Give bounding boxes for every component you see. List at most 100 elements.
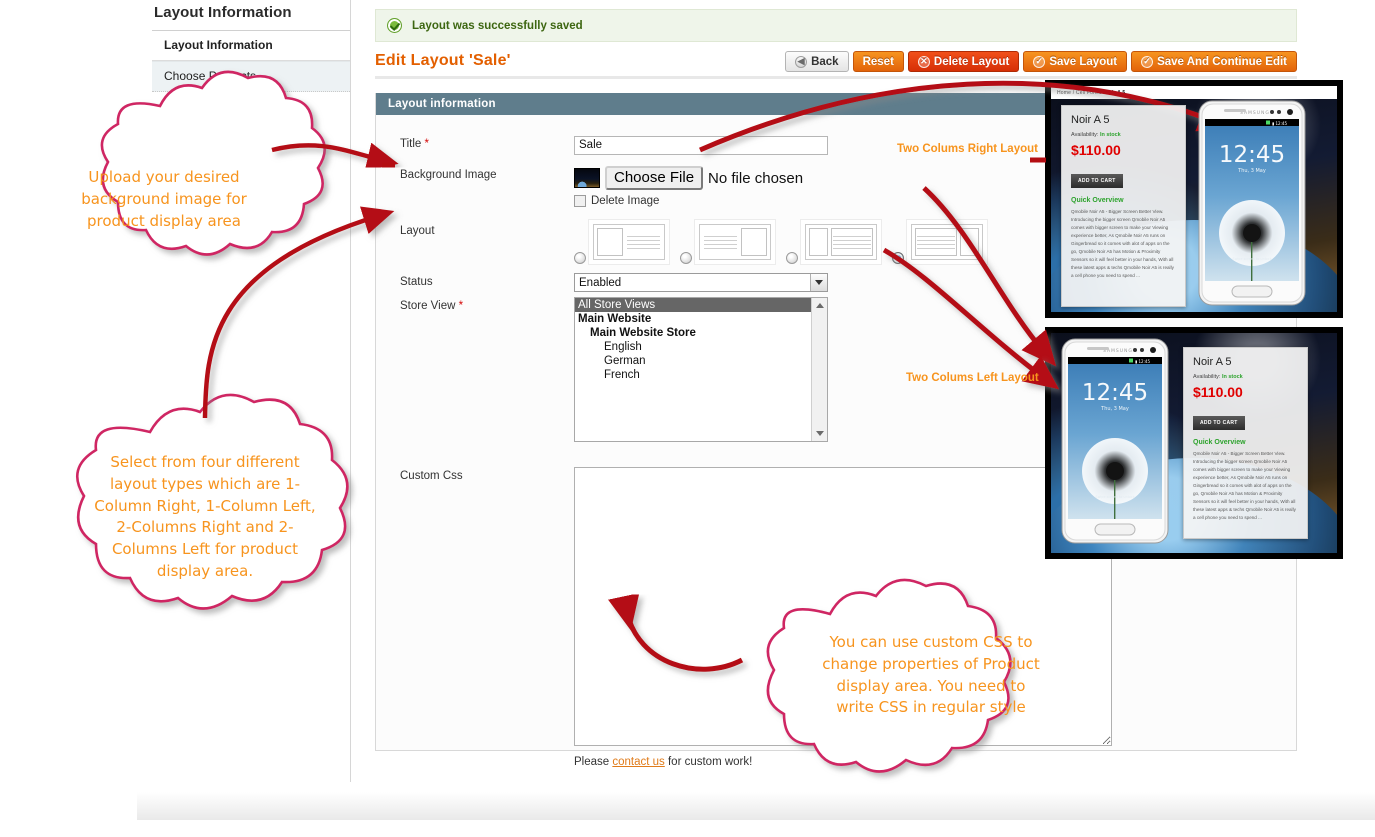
layout-thumb-1-column-right[interactable] <box>588 219 670 265</box>
availability-label: Availability: <box>1071 132 1100 138</box>
chevron-down-icon[interactable] <box>810 274 827 291</box>
scroll-down-icon[interactable] <box>813 426 827 441</box>
breadcrumb-path: Home / Cell Fones / <box>1057 90 1105 96</box>
preview-add-to-cart-button[interactable]: ADD TO CART <box>1071 174 1123 188</box>
sidebar-item-choose-products[interactable]: Choose Products <box>152 61 350 92</box>
layout-label: Layout <box>376 215 574 273</box>
layout-radio-1-column-right[interactable] <box>574 252 586 264</box>
back-button-label: Back <box>811 56 839 68</box>
preview-quick-overview-title: Quick Overview <box>1071 197 1176 204</box>
note-suffix: for custom work! <box>665 756 753 768</box>
callout-line: display area. <box>57 561 353 583</box>
layout-option-1-column-right[interactable] <box>574 219 670 265</box>
success-check-icon <box>387 18 402 33</box>
callout-line: Select from four different <box>57 452 353 474</box>
callout-line: layout types which are 1- <box>57 474 353 496</box>
reset-button-label: Reset <box>863 56 894 68</box>
title-label: Title * <box>376 135 574 166</box>
layout-option-1-column-left[interactable] <box>680 219 776 265</box>
callout-line: write CSS in regular style <box>786 697 1076 719</box>
layout-radio-1-column-left[interactable] <box>680 252 692 264</box>
store-view-scrollbar[interactable] <box>811 298 827 441</box>
choose-file-button[interactable]: Choose File <box>605 166 703 190</box>
layout-radio-2-columns-right[interactable] <box>786 252 798 264</box>
check-icon: ✓ <box>1033 56 1045 68</box>
store-view-label: Store View * <box>376 297 574 467</box>
back-button[interactable]: ◀ Back <box>785 51 849 72</box>
store-view-option-french[interactable]: French <box>575 368 827 382</box>
store-view-option-main-website-store[interactable]: Main Website Store <box>575 326 827 340</box>
preview-availability: Availability: In stock <box>1071 132 1176 138</box>
svg-text:Swipe screen to unlock: Swipe screen to unlock <box>1095 495 1134 499</box>
callout-layout-types-text: Select from four different layout types … <box>57 452 353 583</box>
samsung-phone-image: SAMSUNG ▮ 12:45 <box>1198 100 1306 306</box>
contact-us-link[interactable]: contact us <box>612 756 664 768</box>
layout-thumb-1-column-left[interactable] <box>694 219 776 265</box>
preview-availability: Availability: In stock <box>1193 374 1298 380</box>
callout-line: product display area <box>44 211 284 233</box>
svg-text:12:45: 12:45 <box>1082 380 1148 406</box>
reset-button[interactable]: Reset <box>853 51 904 72</box>
callout-line: Columns Left for product <box>57 539 353 561</box>
delete-layout-button[interactable]: ✕ Delete Layout <box>908 51 1019 72</box>
status-label: Status <box>376 273 574 297</box>
layout-information-nav: Layout Information Layout Information Ch… <box>152 0 351 782</box>
callout-line: change properties of Product <box>786 654 1076 676</box>
earth-space-thumbnail-icon <box>574 168 600 188</box>
status-select[interactable]: Enabled <box>574 273 828 292</box>
callout-line: background image for <box>44 189 284 211</box>
success-message-text: Layout was successfully saved <box>402 20 583 32</box>
svg-text:12:45: 12:45 <box>1219 142 1285 168</box>
callout-custom-css-text: You can use custom CSS to change propert… <box>786 632 1076 719</box>
preview-product-name: Noir A 5 <box>1071 114 1176 126</box>
note-prefix: Please <box>574 756 612 768</box>
title-input[interactable] <box>574 136 828 155</box>
sidebar-item-layout-information[interactable]: Layout Information <box>152 31 350 61</box>
store-view-option-english[interactable]: English <box>575 340 827 354</box>
save-layout-button[interactable]: ✓ Save Layout <box>1023 51 1127 72</box>
store-view-listbox[interactable]: All Store Views Main Website Main Websit… <box>574 297 828 442</box>
required-marker: * <box>425 138 429 150</box>
scroll-up-icon[interactable] <box>813 298 827 313</box>
preview-description: Qmobile Noir A5 - Bigger Screen Better V… <box>1193 450 1298 522</box>
delete-x-icon: ✕ <box>918 56 930 68</box>
delete-image-checkbox[interactable] <box>574 195 586 207</box>
layout-option-2-columns-left[interactable] <box>892 219 988 265</box>
callout-line: You can use custom CSS to <box>786 632 1076 654</box>
preview-product-name: Noir A 5 <box>1193 356 1298 368</box>
save-and-continue-label: Save And Continue Edit <box>1157 56 1287 68</box>
title-label-text: Title <box>400 138 421 150</box>
success-message: Layout was successfully saved <box>375 9 1297 42</box>
store-view-option-german[interactable]: German <box>575 354 827 368</box>
preview-price: $110.00 <box>1193 384 1298 400</box>
background-image-label: Background Image <box>376 166 574 215</box>
delete-layout-button-label: Delete Layout <box>934 56 1009 68</box>
svg-text:▮ 12:45: ▮ 12:45 <box>1135 359 1150 364</box>
label-two-columns-right: Two Colums Right Layout <box>897 143 1038 155</box>
samsung-phone-image: SAMSUNG ▮ 12:45 12:45 Thu, 3 May <box>1061 338 1169 544</box>
preview-two-columns-left: SAMSUNG ▮ 12:45 12:45 Thu, 3 May <box>1045 327 1343 559</box>
required-marker: * <box>459 300 463 312</box>
availability-label: Availability: <box>1193 374 1222 380</box>
store-view-option-all-store-views[interactable]: All Store Views <box>575 298 811 312</box>
callout-line: display area. You need to <box>786 676 1076 698</box>
preview-add-to-cart-button[interactable]: ADD TO CART <box>1193 416 1245 430</box>
layout-radio-2-columns-left[interactable] <box>892 252 904 264</box>
store-view-option-main-website[interactable]: Main Website <box>575 312 827 326</box>
save-and-continue-edit-button[interactable]: ✓ Save And Continue Edit <box>1131 51 1297 72</box>
callout-line: Upload your desired <box>44 167 284 189</box>
layout-thumb-2-columns-left[interactable] <box>906 219 988 265</box>
footer-strip <box>137 792 1375 820</box>
layout-thumb-2-columns-right[interactable] <box>800 219 882 265</box>
preview-price: $110.00 <box>1071 142 1176 158</box>
layout-option-2-columns-right[interactable] <box>786 219 882 265</box>
availability-value: In stock <box>1222 374 1243 380</box>
custom-css-note: Please contact us for custom work! <box>574 756 1296 768</box>
store-view-label-text: Store View <box>400 300 455 312</box>
preview-quick-overview-title: Quick Overview <box>1193 439 1298 446</box>
header-button-bar: ◀ Back Reset ✕ Delete Layout ✓ Save Layo… <box>785 51 1297 72</box>
breadcrumb-current: Noir A 5 <box>1105 90 1125 96</box>
custom-css-label: Custom Css <box>376 467 574 768</box>
preview-product-card: Noir A 5 Availability: In stock $110.00 … <box>1183 347 1308 539</box>
preview-breadcrumb: Home / Cell Fones / Noir A 5 <box>1051 86 1337 99</box>
